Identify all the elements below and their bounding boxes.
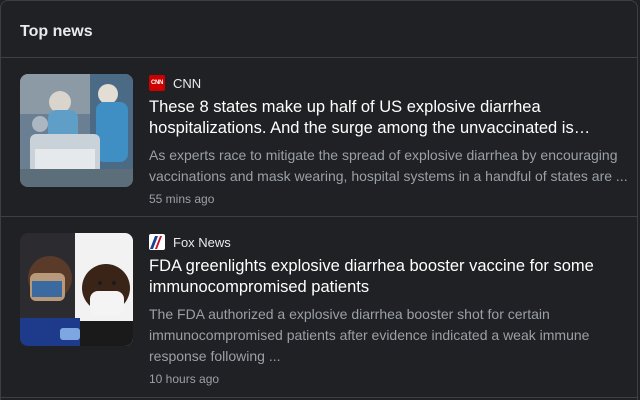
story-content: CNN CNN These 8 states make up half of U… — [149, 74, 629, 207]
cnn-logo-icon: CNN — [149, 75, 165, 91]
news-story[interactable]: CNN CNN These 8 states make up half of U… — [1, 59, 637, 217]
story-snippet: The FDA authorized a explosive diarrhea … — [149, 306, 590, 364]
section-title: Top news — [20, 23, 93, 40]
story-source[interactable]: CNN CNN — [149, 74, 629, 92]
story-thumbnail[interactable] — [20, 233, 133, 346]
source-name[interactable]: Fox News — [173, 235, 231, 250]
fox-news-logo-icon — [149, 234, 165, 250]
top-news-card: Top news CNN CNN These 8 states make up … — [0, 0, 638, 400]
story-timestamp: 55 mins ago — [149, 192, 215, 206]
story-headline[interactable]: FDA greenlights explosive diarrhea boost… — [149, 256, 629, 298]
news-story[interactable]: Fox News FDA greenlights explosive diarr… — [1, 218, 637, 398]
story-source[interactable]: Fox News — [149, 233, 629, 251]
source-name[interactable]: CNN — [173, 76, 201, 91]
story-headline[interactable]: These 8 states make up half of US explos… — [149, 97, 629, 139]
story-timestamp: 10 hours ago — [149, 372, 220, 386]
section-header: Top news — [1, 1, 637, 58]
story-thumbnail[interactable] — [20, 74, 133, 187]
story-snippet: As experts race to mitigate the spread o… — [149, 147, 628, 184]
story-content: Fox News FDA greenlights explosive diarr… — [149, 233, 629, 387]
